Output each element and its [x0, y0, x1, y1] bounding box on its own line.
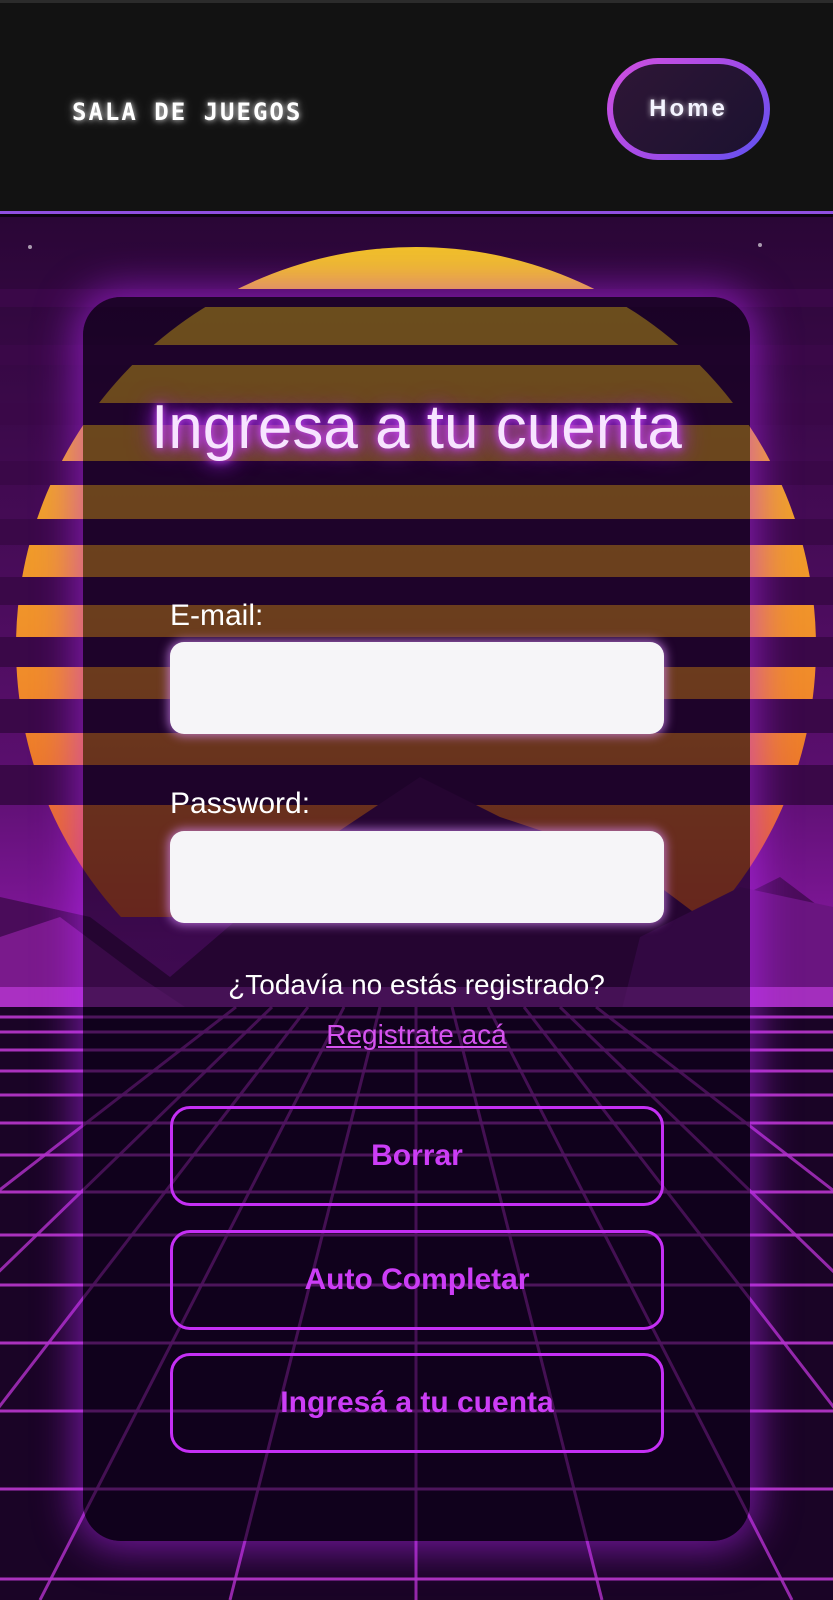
home-button-label: Home — [613, 64, 764, 154]
email-label: E-mail: — [170, 599, 264, 632]
login-card: Ingresa a tu cuenta E-mail: Password: ¿T… — [83, 297, 750, 1541]
site-brand[interactable]: SALA DE JUEGOS — [72, 98, 302, 126]
clear-button[interactable]: Borrar — [170, 1106, 664, 1206]
login-title: Ingresa a tu cuenta — [151, 393, 682, 462]
password-field[interactable] — [170, 831, 664, 923]
submit-login-button[interactable]: Ingresá a tu cuenta — [170, 1353, 664, 1453]
email-field[interactable] — [170, 642, 664, 734]
register-link[interactable]: Registrate acá — [83, 1019, 750, 1051]
autocomplete-button[interactable]: Auto Completar — [170, 1230, 664, 1330]
home-button[interactable]: Home — [607, 58, 770, 160]
password-label: Password: — [170, 787, 311, 820]
register-question: ¿Todavía no estás registrado? — [228, 969, 605, 1000]
top-navbar: SALA DE JUEGOS Home — [0, 0, 833, 214]
